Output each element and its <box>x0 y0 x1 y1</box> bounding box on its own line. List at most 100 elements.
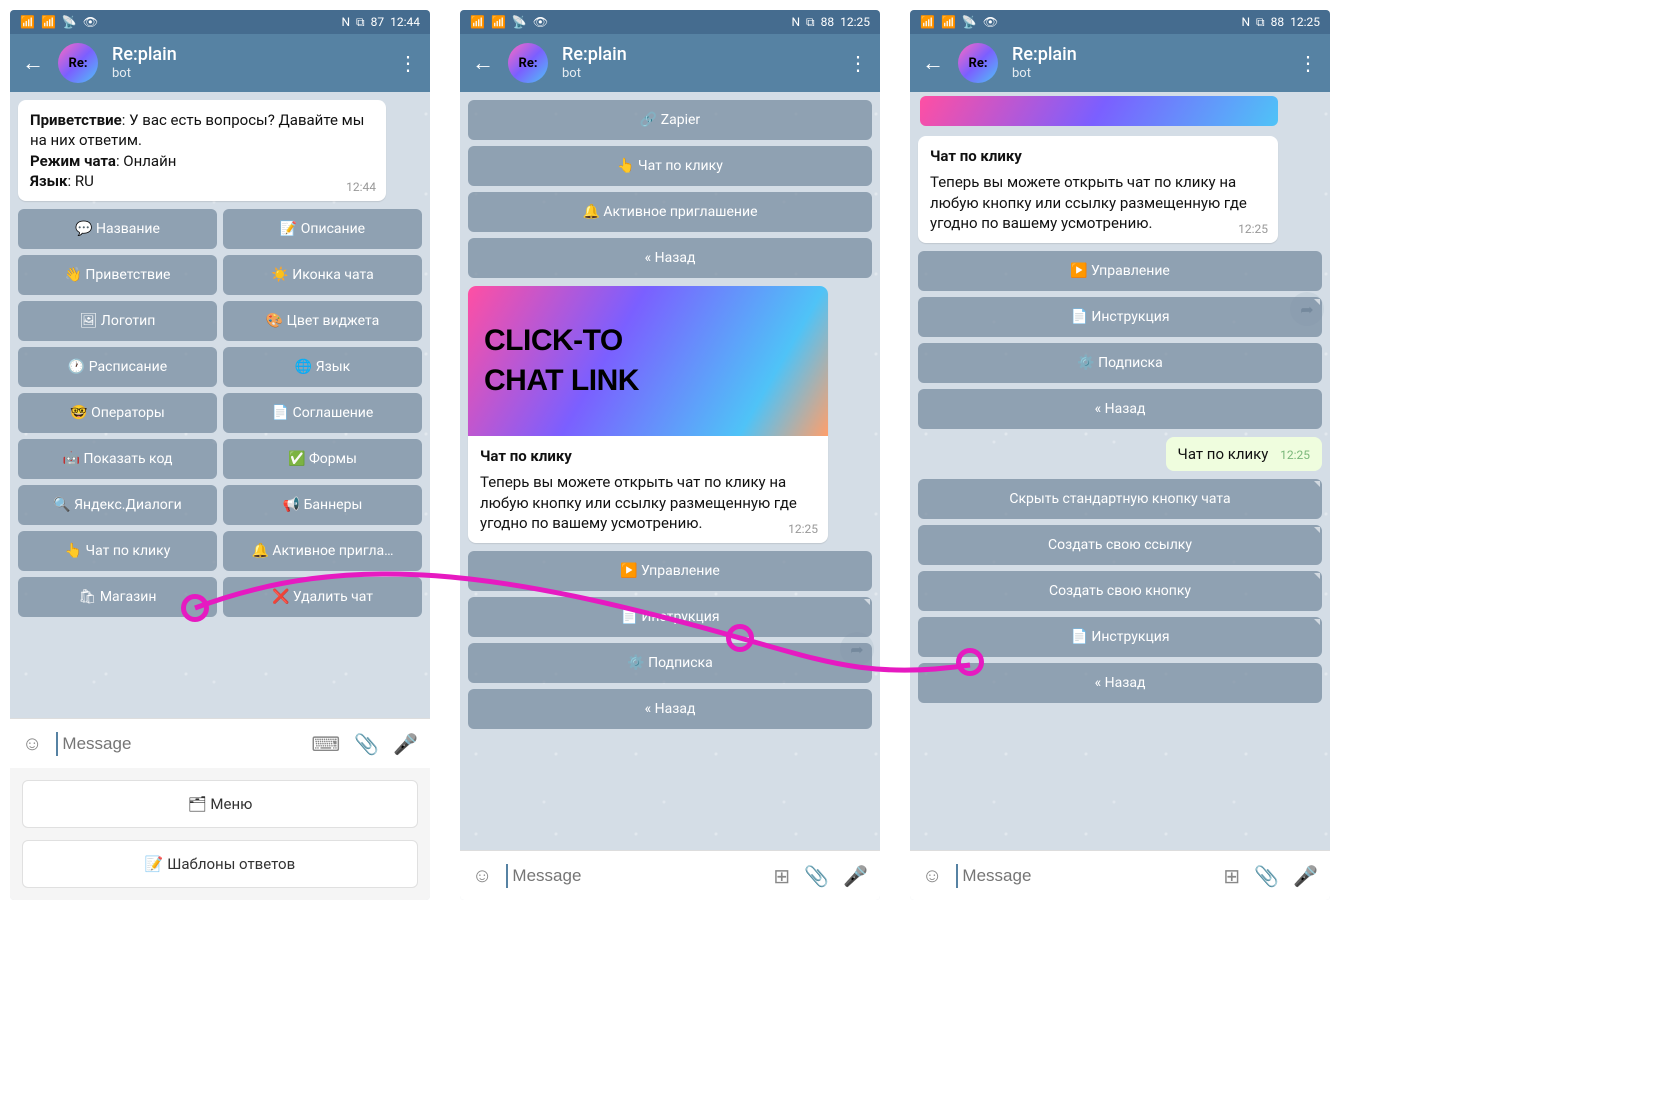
chat-subtitle: bot <box>112 66 384 82</box>
inline-button[interactable]: 🖼 Логотип <box>18 301 217 341</box>
inline-button[interactable]: Создать свою кнопку <box>918 571 1322 611</box>
inline-button[interactable]: 🕐 Расписание <box>18 347 217 387</box>
inline-button[interactable]: 🔍 Яндекс.Диалоги <box>18 485 217 525</box>
more-icon[interactable]: ⋮ <box>398 51 418 75</box>
inline-keyboard: 💬 Название📝 Описание👋 Приветствие☀️ Икон… <box>14 205 426 621</box>
bot-avatar[interactable]: Re: <box>58 43 98 83</box>
inline-button[interactable]: 📢 Баннеры <box>223 485 422 525</box>
attach-icon[interactable]: 📎 <box>804 864 829 888</box>
chat-header: ← Re: Re:plain bot ⋮ <box>10 34 430 92</box>
attach-icon[interactable]: 📎 <box>1254 864 1279 888</box>
inline-button[interactable]: 🔔 Активное приглашение <box>468 192 872 232</box>
inline-button[interactable]: ⚙️ Подписка <box>918 343 1322 383</box>
bot-avatar[interactable]: Re: <box>958 43 998 83</box>
emoji-icon[interactable]: ☺ <box>472 863 492 888</box>
keyboard-icon[interactable]: ⌨ <box>311 732 340 756</box>
message-input[interactable] <box>56 732 297 756</box>
greeting-label: Приветствие <box>30 111 122 129</box>
emoji-icon[interactable]: ☺ <box>922 863 942 888</box>
inline-button[interactable]: Скрыть стандартную кнопку чата <box>918 479 1322 519</box>
chat-title: Re:plain <box>562 44 834 66</box>
inline-button[interactable]: 🛍 Магазин <box>18 577 217 617</box>
inline-button[interactable]: « Назад <box>918 389 1322 429</box>
message-input[interactable] <box>956 864 1209 888</box>
message-time: 12:25 <box>1280 448 1310 462</box>
inline-button[interactable]: 📄 Соглашение <box>223 393 422 433</box>
inline-button[interactable]: 🎨 Цвет виджета <box>223 301 422 341</box>
inline-button[interactable]: 💬 Название <box>18 209 217 249</box>
clock: 12:25 <box>1290 15 1320 29</box>
more-icon[interactable]: ⋮ <box>1298 51 1318 75</box>
back-arrow-icon[interactable]: ← <box>472 50 494 76</box>
link-corner-icon <box>1314 619 1320 625</box>
inline-button[interactable]: « Назад <box>468 238 872 278</box>
link-corner-icon <box>1314 573 1320 579</box>
inline-keyboard-mid: ▶️ Управление 📄 Инструкция ⚙️ Подписка « На… <box>914 247 1326 433</box>
back-arrow-icon[interactable]: ← <box>22 50 44 76</box>
chat-title: Re:plain <box>1012 44 1284 66</box>
chat-subtitle: bot <box>1012 66 1284 82</box>
commands-icon[interactable]: ⊞ <box>773 864 790 888</box>
inline-button[interactable]: ▶️ Управление <box>918 251 1322 291</box>
inline-button[interactable]: 🤖 Показать код <box>18 439 217 479</box>
templates-button[interactable]: 📝 Шаблоны ответов <box>22 840 418 888</box>
signal-icon: 📶 <box>941 15 956 29</box>
inline-button[interactable]: 📄 Инструкция <box>918 617 1322 657</box>
inline-keyboard-top: 🔗 Zapier 👆 Чат по клику 🔔 Активное приглаш… <box>464 96 876 282</box>
signal-icon: 📶 <box>41 15 56 29</box>
inline-button[interactable]: ✅ Формы <box>223 439 422 479</box>
inline-button[interactable]: 👆 Чат по клику <box>18 531 217 571</box>
attach-icon[interactable]: 📎 <box>354 732 379 756</box>
link-corner-icon <box>1314 299 1320 305</box>
message-input-bar: ☺ ⌨ 📎 🎤 <box>10 718 430 768</box>
card-body: Теперь вы можете открыть чат по клику на… <box>930 172 1266 233</box>
chat-header: ← Re: Re:plain bot ⋮ <box>460 34 880 92</box>
inline-button[interactable]: 👆 Чат по клику <box>468 146 872 186</box>
signal-icon: 📶 <box>470 15 485 29</box>
bluetooth-icon: ⧉ <box>356 15 365 30</box>
signal-icon: 📶 <box>920 15 935 29</box>
inline-button[interactable]: Создать свою ссылку <box>918 525 1322 565</box>
battery-level: 88 <box>821 15 835 29</box>
incoming-message: Приветствие: У вас есть вопросы? Давайте… <box>18 100 386 201</box>
inline-button[interactable]: 👋 Приветствие <box>18 255 217 295</box>
mic-icon[interactable]: 🎤 <box>393 732 418 756</box>
back-arrow-icon[interactable]: ← <box>922 50 944 76</box>
mic-icon[interactable]: 🎤 <box>843 864 868 888</box>
inline-button[interactable]: 📄 Инструкция <box>468 597 872 637</box>
wifi-icon: 📡 <box>962 15 977 29</box>
inline-button[interactable]: 🤓 Операторы <box>18 393 217 433</box>
signal-icon: 📶 <box>20 15 35 29</box>
inline-button[interactable]: ❌ Удалить чат <box>223 577 422 617</box>
message-input-bar: ☺ ⊞ 📎 🎤 <box>910 850 1330 900</box>
commands-icon[interactable]: ⊞ <box>1223 864 1240 888</box>
inline-button[interactable]: ▶️ Управление <box>468 551 872 591</box>
inline-button[interactable]: 🌐 Язык <box>223 347 422 387</box>
bot-avatar[interactable]: Re: <box>508 43 548 83</box>
message-input[interactable] <box>506 864 759 888</box>
link-corner-icon <box>1314 527 1320 533</box>
inline-button[interactable]: « Назад <box>918 663 1322 703</box>
inline-button[interactable]: 📝 Описание <box>223 209 422 249</box>
menu-button[interactable]: 🗂 Меню <box>22 780 418 828</box>
card-message: Чат по клику Теперь вы можете открыть ча… <box>918 136 1278 243</box>
inline-button[interactable]: ⚙️ Подписка <box>468 643 872 683</box>
eye-icon: 👁 <box>533 15 548 29</box>
inline-button[interactable]: « Назад <box>468 689 872 729</box>
chat-header: ← Re: Re:plain bot ⋮ <box>910 34 1330 92</box>
eye-icon: 👁 <box>983 15 998 29</box>
chat-title: Re:plain <box>112 44 384 66</box>
emoji-icon[interactable]: ☺ <box>22 731 42 756</box>
inline-button[interactable]: 📄 Инструкция <box>918 297 1322 337</box>
phone-screen-1: 📶 📶 📡 👁 N ⧉ 87 12:44 ← Re: Re:plain bot … <box>10 10 430 900</box>
bluetooth-icon: ⧉ <box>806 15 815 30</box>
inline-button[interactable]: 🔔 Активное пригла… <box>223 531 422 571</box>
phone-screen-3: 📶 📶 📡 👁 N ⧉ 88 12:25 ← Re: Re:plain bot … <box>910 10 1330 900</box>
message-input-bar: ☺ ⊞ 📎 🎤 <box>460 850 880 900</box>
inline-button[interactable]: 🔗 Zapier <box>468 100 872 140</box>
mic-icon[interactable]: 🎤 <box>1293 864 1318 888</box>
nfc-icon: N <box>341 15 350 29</box>
more-icon[interactable]: ⋮ <box>848 51 868 75</box>
inline-button[interactable]: ☀️ Иконка чата <box>223 255 422 295</box>
battery-level: 88 <box>1271 15 1285 29</box>
